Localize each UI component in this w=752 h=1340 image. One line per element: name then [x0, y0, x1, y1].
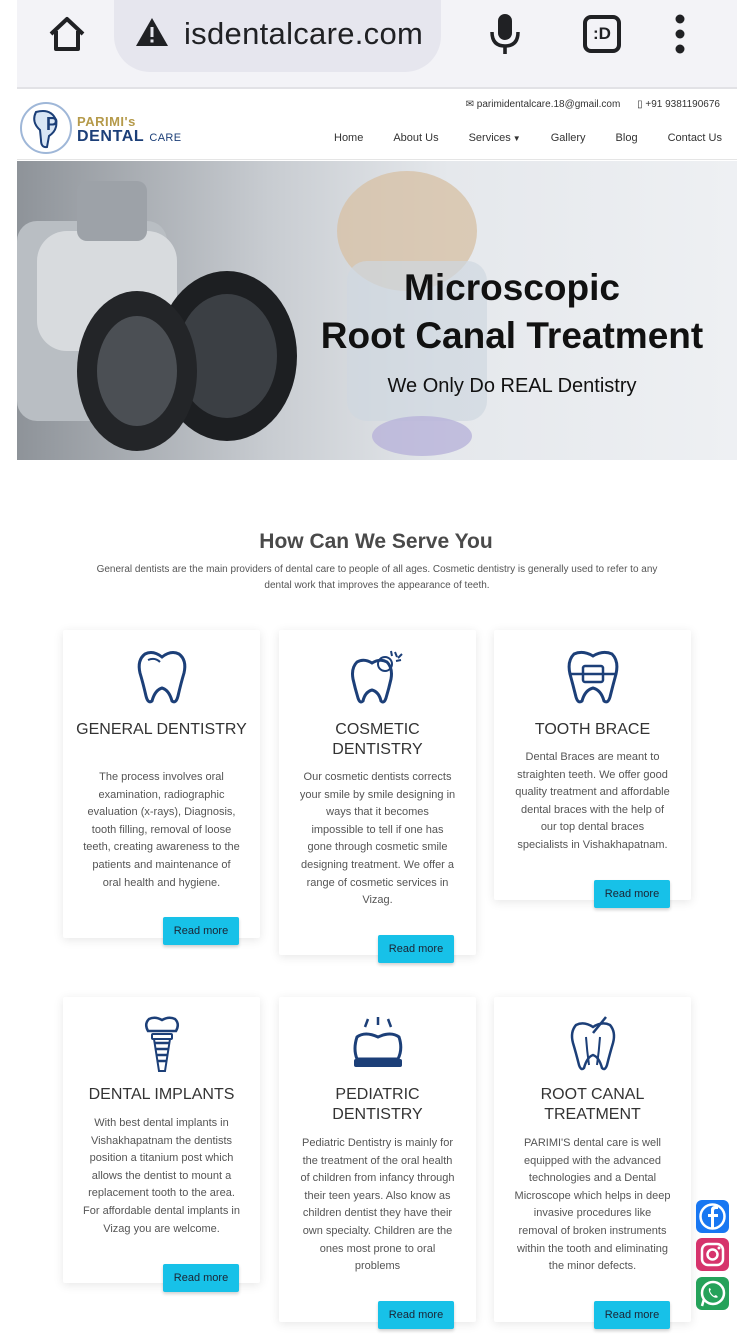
browser-toolbar: isdentalcare.com :D — [17, 0, 737, 89]
service-card-cosmetic-dentistry: COSMETIC DENTISTRY Our cosmetic dentists… — [279, 630, 476, 963]
card-title: COSMETIC DENTISTRY — [332, 721, 423, 758]
service-card-general-dentistry: GENERAL DENTISTRY The process involves o… — [63, 630, 260, 945]
hero-tagline: We Only Do REAL Dentistry — [387, 375, 637, 397]
whatsapp-icon — [700, 1280, 726, 1307]
card-title: DENTAL IMPLANTS — [88, 1086, 235, 1103]
nav-gallery[interactable]: Gallery — [551, 132, 586, 144]
main-nav: Home About Us Services ▼ Gallery Blog Con… — [334, 132, 722, 144]
card-text: The process involves oral examination, r… — [83, 771, 240, 889]
site-logo[interactable]: P PARIMI's DENTAL CARE — [19, 100, 189, 156]
home-icon[interactable] — [47, 14, 87, 54]
card-title: PEDIATRIC DENTISTRY — [332, 1086, 423, 1123]
tooth-icon — [137, 651, 187, 704]
crown-tooth-icon — [353, 1017, 403, 1067]
root-canal-icon — [570, 1016, 616, 1071]
read-more-button[interactable]: Read more — [594, 880, 670, 908]
contact-info: ✉ parimidentalcare.18@gmail.com ▯ +91 93… — [452, 99, 720, 110]
logo-text-main: DENTAL CARE — [77, 128, 182, 145]
card-text: Dental Braces are meant to straighten te… — [515, 751, 670, 851]
read-more-button[interactable]: Read more — [163, 1264, 239, 1292]
logo-mark-icon: P — [20, 102, 72, 154]
nav-blog[interactable]: Blog — [616, 132, 638, 144]
caret-down-icon: ▼ — [512, 134, 521, 143]
svg-text:P: P — [46, 114, 58, 134]
card-title: ROOT CANAL TREATMENT — [540, 1086, 645, 1123]
hero-title-line1: Microscopic — [404, 267, 620, 308]
card-title: GENERAL DENTISTRY — [76, 721, 247, 738]
read-more-button[interactable]: Read more — [594, 1301, 670, 1329]
email-link[interactable]: ✉ parimidentalcare.18@gmail.com — [466, 99, 621, 110]
service-card-root-canal-treatment: ROOT CANAL TREATMENT PARIMI'S dental car… — [494, 997, 691, 1329]
facebook-icon — [699, 1203, 726, 1230]
nav-contact-us[interactable]: Contact Us — [668, 132, 722, 144]
hero-banner: Microscopic Root Canal Treatment We Only… — [17, 161, 737, 460]
card-title: TOOTH BRACE — [534, 721, 651, 738]
warning-icon[interactable] — [134, 16, 170, 48]
sparkle-tooth-icon — [351, 650, 403, 704]
logo-text-top: PARIMI's — [77, 114, 136, 129]
mic-icon[interactable] — [487, 12, 523, 56]
tabs-icon[interactable]: :D — [583, 15, 621, 53]
card-text: With best dental implants in Vishakhapat… — [83, 1117, 240, 1235]
facebook-button[interactable] — [696, 1200, 729, 1233]
service-card-pediatric-dentistry: PEDIATRIC DENTISTRY Pediatric Dentistry … — [279, 997, 476, 1329]
read-more-button[interactable]: Read more — [163, 917, 239, 945]
nav-services[interactable]: Services ▼ — [469, 132, 521, 144]
whatsapp-button[interactable] — [696, 1277, 729, 1310]
read-more-button[interactable]: Read more — [378, 935, 454, 963]
nav-about-us[interactable]: About Us — [393, 132, 438, 144]
url-text[interactable]: isdentalcare.com — [184, 16, 423, 52]
braces-icon — [567, 650, 619, 704]
phone-link[interactable]: ▯ +91 9381190676 — [637, 99, 720, 110]
menu-icon[interactable] — [673, 12, 687, 56]
service-card-tooth-brace: TOOTH BRACE Dental Braces are meant to s… — [494, 630, 691, 908]
section-title: How Can We Serve You — [259, 530, 493, 553]
implant-icon — [145, 1016, 179, 1072]
hero-title-line2: Root Canal Treatment — [320, 315, 704, 356]
site-header: P PARIMI's DENTAL CARE ✉ parimidentalcar… — [17, 92, 737, 160]
card-text: Pediatric Dentistry is mainly for the tr… — [300, 1137, 455, 1273]
service-card-dental-implants: DENTAL IMPLANTS With best dental implant… — [63, 997, 260, 1292]
address-bar[interactable]: isdentalcare.com — [114, 0, 441, 72]
section-subtitle: General dentists are the main providers … — [96, 564, 658, 591]
nav-home[interactable]: Home — [334, 132, 363, 144]
microscope-image — [17, 171, 487, 456]
card-text: PARIMI'S dental care is well equipped wi… — [514, 1137, 671, 1273]
instagram-button[interactable] — [696, 1238, 729, 1271]
card-text: Our cosmetic dentists corrects your smil… — [299, 771, 456, 907]
read-more-button[interactable]: Read more — [378, 1301, 454, 1329]
instagram-icon — [700, 1242, 725, 1267]
